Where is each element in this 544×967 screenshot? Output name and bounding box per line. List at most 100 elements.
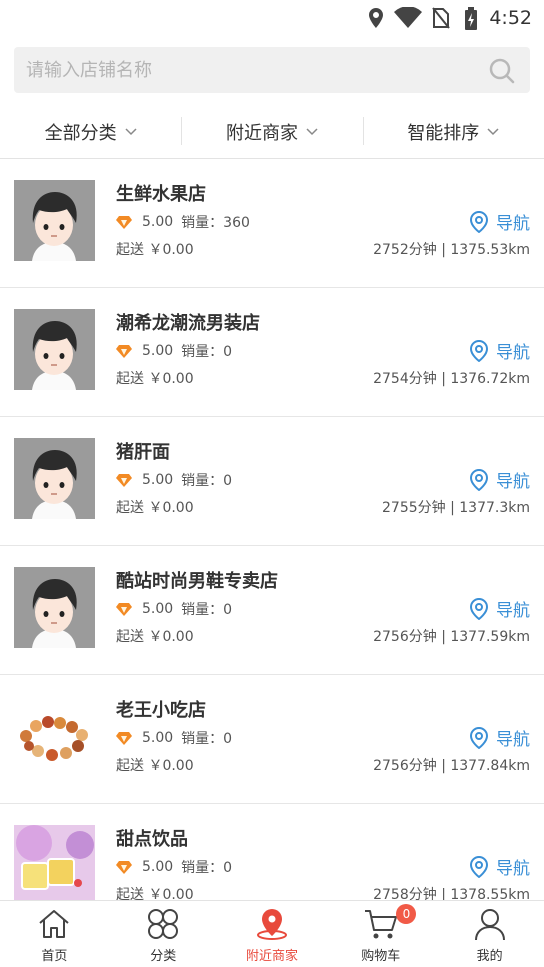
tab-nearby[interactable]: 附近商家 (218, 901, 327, 967)
store-list: 生鲜水果店 5.00 销量：360 起送 ￥0.00 导航 2752分钟 | 1… (0, 159, 544, 933)
store-sales: 销量：0 (181, 860, 233, 876)
tab-label: 分类 (150, 949, 177, 964)
store-item[interactable]: 酷站时尚男鞋专卖店 5.00 销量：0 起送 ￥0.00 导航 2756分钟 |… (0, 546, 544, 675)
search-input[interactable] (26, 47, 476, 93)
store-avatar-image (14, 180, 95, 261)
status-bar: 4:52 (0, 0, 544, 36)
store-item[interactable]: 老王小吃店 5.00 销量：0 起送 ￥0.00 导航 2756分钟 | 137… (0, 675, 544, 804)
bottom-tab-bar: 首页 分类 附近商家 0 购物车 我的 (0, 900, 544, 967)
category-icon (148, 909, 179, 939)
tab-label: 附近商家 (245, 949, 298, 964)
store-sales: 销量：0 (181, 344, 233, 360)
tab-mine[interactable]: 我的 (435, 901, 544, 967)
store-avatar-image (14, 309, 95, 390)
store-rating-row: 5.00 销量：0 (116, 728, 232, 748)
store-name: 猪肝面 (116, 442, 170, 463)
store-distance: 2754分钟 | 1376.72km (373, 371, 530, 387)
navigate-label: 导航 (496, 859, 530, 879)
navigate-label: 导航 (496, 601, 530, 621)
store-min-order: 起送 ￥0.00 (116, 242, 194, 258)
search-bar[interactable] (14, 47, 530, 93)
store-rating: 5.00 (142, 343, 174, 359)
store-distance: 2755分钟 | 1377.3km (382, 500, 530, 516)
navigate-label: 导航 (496, 343, 530, 363)
location-pin-icon (256, 909, 287, 940)
filter-category[interactable]: 全部分类 (0, 105, 181, 158)
store-min-order: 起送 ￥0.00 (116, 758, 194, 774)
diamond-icon (116, 602, 132, 616)
tab-label: 购物车 (361, 949, 401, 964)
store-rating: 5.00 (142, 214, 174, 230)
chevron-down-icon (125, 127, 137, 135)
diamond-icon (116, 473, 132, 487)
navigate-button[interactable]: 导航 (470, 725, 530, 750)
location-pin-icon (470, 726, 488, 749)
diamond-icon (116, 731, 132, 745)
navigate-label: 导航 (496, 730, 530, 750)
filter-nearby[interactable]: 附近商家 (181, 105, 362, 158)
store-snacks-image (14, 696, 95, 777)
store-min-order: 起送 ￥0.00 (116, 500, 194, 516)
wifi-icon (394, 7, 422, 28)
location-pin-icon (470, 597, 488, 620)
location-pin-icon (470, 339, 488, 362)
tab-cart[interactable]: 0 购物车 (326, 901, 435, 967)
tab-home[interactable]: 首页 (0, 901, 109, 967)
cart-icon (364, 910, 397, 939)
location-pin-icon (470, 468, 488, 491)
filter-label: 附近商家 (225, 122, 298, 144)
navigate-button[interactable]: 导航 (470, 338, 530, 363)
store-avatar-image (14, 567, 95, 648)
tab-category[interactable]: 分类 (109, 901, 218, 967)
diamond-icon (116, 215, 132, 229)
status-time: 4:52 (489, 7, 532, 29)
filter-sort[interactable]: 智能排序 (362, 105, 544, 158)
tab-label: 我的 (476, 949, 503, 964)
tab-label: 首页 (41, 949, 68, 964)
store-dessert-image (14, 825, 95, 906)
navigate-button[interactable]: 导航 (470, 596, 530, 621)
diamond-icon (116, 344, 132, 358)
cart-badge: 0 (396, 904, 417, 924)
chevron-down-icon (487, 127, 499, 135)
store-name: 甜点饮品 (116, 829, 188, 850)
store-min-order: 起送 ￥0.00 (116, 629, 194, 645)
filter-bar: 全部分类 附近商家 智能排序 (0, 105, 544, 159)
navigate-button[interactable]: 导航 (470, 854, 530, 879)
location-status-icon (369, 8, 383, 28)
no-sim-icon (432, 7, 450, 29)
store-rating-row: 5.00 销量：0 (116, 599, 232, 619)
store-sales: 销量：0 (181, 731, 233, 747)
navigate-label: 导航 (496, 472, 530, 492)
location-pin-icon (470, 210, 488, 233)
navigate-label: 导航 (496, 214, 530, 234)
chevron-down-icon (306, 127, 318, 135)
store-distance: 2752分钟 | 1375.53km (373, 242, 530, 258)
filter-label: 全部分类 (44, 122, 117, 144)
store-sales: 销量：0 (181, 602, 233, 618)
store-item[interactable]: 生鲜水果店 5.00 销量：360 起送 ￥0.00 导航 2752分钟 | 1… (0, 159, 544, 288)
search-icon[interactable] (488, 57, 516, 85)
store-name: 酷站时尚男鞋专卖店 (116, 571, 278, 592)
diamond-icon (116, 860, 132, 874)
store-distance: 2756分钟 | 1377.59km (373, 629, 530, 645)
store-distance: 2756分钟 | 1377.84km (373, 758, 530, 774)
store-rating: 5.00 (142, 730, 174, 746)
store-name: 生鲜水果店 (116, 184, 206, 205)
store-name: 老王小吃店 (116, 700, 206, 721)
battery-charging-icon (465, 7, 477, 30)
navigate-button[interactable]: 导航 (470, 467, 530, 492)
store-name: 潮希龙潮流男装店 (116, 313, 260, 334)
store-min-order: 起送 ￥0.00 (116, 371, 194, 387)
store-item[interactable]: 潮希龙潮流男装店 5.00 销量：0 起送 ￥0.00 导航 2754分钟 | … (0, 288, 544, 417)
navigate-button[interactable]: 导航 (470, 209, 530, 234)
store-item[interactable]: 猪肝面 5.00 销量：0 起送 ￥0.00 导航 2755分钟 | 1377.… (0, 417, 544, 546)
location-pin-icon (470, 855, 488, 878)
filter-label: 智能排序 (407, 122, 480, 144)
store-sales: 销量：0 (181, 473, 233, 489)
store-rating: 5.00 (142, 472, 174, 488)
store-rating-row: 5.00 销量：0 (116, 341, 232, 361)
home-icon (39, 910, 70, 938)
store-sales: 销量：360 (181, 215, 250, 231)
store-rating-row: 5.00 销量：0 (116, 470, 232, 490)
